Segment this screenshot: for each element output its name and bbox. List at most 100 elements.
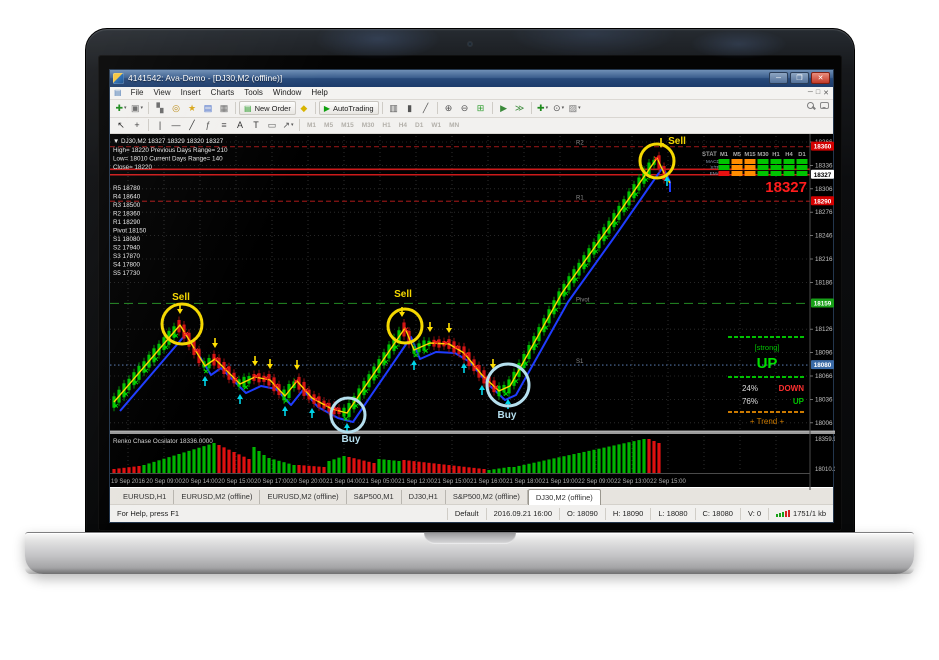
chat-icon[interactable] [820, 102, 829, 109]
toolbar-chart-bars-button[interactable]: ▥ [386, 101, 402, 115]
laptop-base [25, 532, 914, 574]
arrows-tool-icon: ↗ [282, 120, 290, 131]
close-button[interactable]: ✕ [811, 72, 830, 84]
menu-charts[interactable]: Charts [206, 88, 240, 97]
svg-text:76%: 76% [742, 397, 758, 406]
status-traffic: 1751/1 kb [793, 509, 826, 518]
timeframe-mn-button[interactable]: MN [445, 122, 463, 129]
chart-candles-icon: ▮ [407, 103, 412, 114]
toolbar-tick-chart-button[interactable]: ▚ [152, 101, 168, 115]
svg-text:R3 18500: R3 18500 [113, 202, 141, 209]
toolbar-templates-button[interactable]: ▨▾ [567, 101, 583, 115]
svg-text:22 Sep 15:00: 22 Sep 15:00 [650, 479, 686, 485]
tool-vertical-line-button[interactable]: | [152, 118, 168, 132]
oscillator-label: Renko Chase Ocsilator 18336.0000 [113, 438, 213, 445]
timeframe-h4-button[interactable]: H4 [395, 122, 411, 129]
toolbar-separator [148, 102, 149, 114]
chart-tabs-bar: EURUSD,H1EURUSD,M2 (offline)EURUSD,M2 (o… [110, 487, 833, 504]
tool-trendline-button[interactable]: ╱ [184, 118, 200, 132]
price-chart[interactable]: R2R1PivotS1Renko Chase Ocsilator 18336.0… [110, 134, 835, 490]
menu-help[interactable]: Help [306, 88, 332, 97]
chart-tab[interactable]: S&P500,M1 [347, 490, 402, 504]
toolbar-separator [148, 119, 149, 131]
tool-horizontal-line-button[interactable]: — [168, 118, 184, 132]
toolbar-zoom-in-button[interactable]: ⊕ [441, 101, 457, 115]
toolbar-chart-shift-button[interactable]: ≫ [512, 101, 528, 115]
menu-window[interactable]: Window [268, 88, 306, 97]
chart-tab[interactable]: DJ30,M2 (offline) [528, 489, 601, 505]
chart-tab[interactable]: EURUSD,M2 (offline) [260, 490, 346, 504]
toolbar-data-window-button[interactable]: ★ [184, 101, 200, 115]
market-watch-icon: ◎ [172, 103, 180, 114]
tool-shapes-button[interactable]: ▭ [264, 118, 280, 132]
status-profile[interactable]: Default [448, 508, 487, 520]
child-close-button[interactable]: ✕ [823, 89, 829, 97]
svg-text:▼ DJ30,M2 18327 18329 18320 1: ▼ DJ30,M2 18327 18329 18320 18327 [113, 138, 224, 145]
tool-fibonacci-button[interactable]: ƒ [200, 118, 216, 132]
child-restore-button[interactable]: □ [816, 89, 820, 97]
svg-text:R4 18640: R4 18640 [113, 193, 141, 200]
toolbar-periods-button[interactable]: ⊙▾ [551, 101, 567, 115]
toolbar-profiles-button[interactable]: ▣▾ [129, 101, 145, 115]
status-connection: 1751/1 kb [769, 508, 833, 520]
svg-text:18066: 18066 [815, 373, 833, 380]
toolbar-tile-windows-button[interactable]: ⊞ [473, 101, 489, 115]
toolbar-auto-scroll-button[interactable]: ▶ [496, 101, 512, 115]
menu-tools[interactable]: Tools [239, 88, 268, 97]
toolbar-navigator-button[interactable]: ▤ [200, 101, 216, 115]
tool-crosshair-button[interactable]: + [129, 118, 145, 132]
timeframe-d1-button[interactable]: D1 [411, 122, 427, 129]
timeframe-h1-button[interactable]: H1 [378, 122, 394, 129]
timeframe-m5-button[interactable]: M5 [320, 122, 337, 129]
chart-tab[interactable]: EURUSD,H1 [116, 490, 174, 504]
toolbar-chart-candles-button[interactable]: ▮ [402, 101, 418, 115]
cursor-icon: ↖ [117, 120, 125, 131]
timeframe-m15-button[interactable]: M15 [337, 122, 358, 129]
toolbar-autotrading-label: AutoTrading [333, 104, 374, 113]
minimize-button[interactable]: ─ [769, 72, 788, 84]
toolbar-terminal-button[interactable]: ▦ [216, 101, 232, 115]
metaeditor-icon: ◆ [300, 103, 307, 114]
svg-text:M5: M5 [733, 152, 742, 158]
svg-text:18006: 18006 [815, 419, 833, 426]
svg-text:21 Sep 12:00: 21 Sep 12:00 [398, 479, 434, 485]
svg-text:18186: 18186 [815, 279, 833, 286]
svg-text:R2 18360: R2 18360 [113, 210, 141, 217]
menu-view[interactable]: View [148, 88, 175, 97]
tool-text-label-button[interactable]: T [248, 118, 264, 132]
navigator-icon: ▤ [204, 103, 213, 114]
chart-area[interactable]: R2R1PivotS1Renko Chase Ocsilator 18336.0… [110, 134, 833, 488]
chart-tab[interactable]: S&P500,M2 (offline) [446, 490, 528, 504]
svg-text:S3 17870: S3 17870 [113, 253, 140, 260]
chart-tab[interactable]: EURUSD,M2 (offline) [174, 490, 260, 504]
tool-text-button[interactable]: A [232, 118, 248, 132]
search-icon[interactable] [807, 102, 814, 109]
toolbar-zoom-out-button[interactable]: ⊖ [457, 101, 473, 115]
tool-arrows-tool-button[interactable]: ↗▾ [280, 118, 296, 132]
svg-text:+ Trend +: + Trend + [750, 417, 785, 426]
svg-text:18336: 18336 [815, 162, 833, 169]
chart-tab[interactable]: DJ30,H1 [402, 490, 446, 504]
restore-button[interactable]: ❐ [790, 72, 809, 84]
toolbar-indicators-button[interactable]: ✚▾ [535, 101, 551, 115]
title-bar[interactable]: 4141542: Ava-Demo - [DJ30,M2 (offline)] … [110, 70, 833, 87]
menu-insert[interactable]: Insert [176, 88, 206, 97]
tool-cursor-button[interactable]: ↖ [113, 118, 129, 132]
menu-file[interactable]: File [126, 88, 149, 97]
tool-channel-button[interactable]: ≡ [216, 118, 232, 132]
toolbar-autotrading-button[interactable]: ▶AutoTrading [319, 101, 379, 115]
timeframe-w1-button[interactable]: W1 [427, 122, 445, 129]
child-minimize-button[interactable]: ─ [808, 89, 813, 97]
svg-text:D1: D1 [798, 152, 806, 158]
window-title: 4141542: Ava-Demo - [DJ30,M2 (offline)] [128, 73, 282, 83]
toolbar-new-chart-button[interactable]: ✚▾ [113, 101, 129, 115]
toolbar-new-order-button[interactable]: ▤New Order [239, 101, 296, 115]
toolbar-market-watch-button[interactable]: ◎ [168, 101, 184, 115]
toolbar-chart-line-button[interactable]: ╱ [418, 101, 434, 115]
timeframe-m30-button[interactable]: M30 [358, 122, 379, 129]
svg-text:STAT: STAT [702, 152, 717, 158]
svg-text:21 Sep 15:00: 21 Sep 15:00 [434, 479, 470, 485]
timeframe-m1-button[interactable]: M1 [303, 122, 320, 129]
toolbar-metaeditor-button[interactable]: ◆ [296, 101, 312, 115]
status-volume: V: 0 [741, 508, 769, 520]
